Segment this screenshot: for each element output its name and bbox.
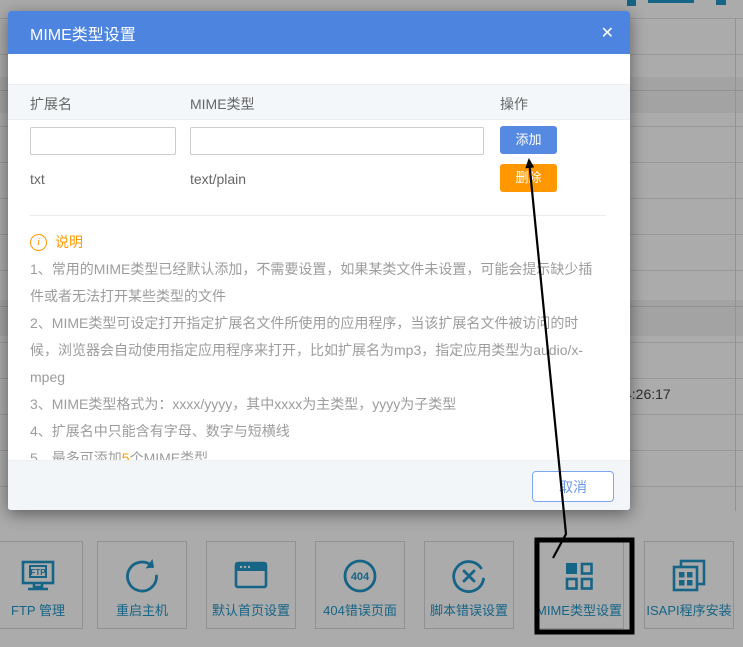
column-header-extension: 扩展名	[30, 94, 72, 114]
dialog-footer: 取消	[8, 460, 630, 510]
info-heading: 说明	[55, 232, 83, 252]
add-button[interactable]: 添加	[500, 126, 557, 154]
mime-type-input[interactable]	[190, 127, 484, 155]
close-icon[interactable]: ✕	[601, 11, 614, 54]
extension-input[interactable]	[30, 127, 176, 155]
cancel-button[interactable]: 取消	[532, 471, 614, 502]
dialog-header: MIME类型设置 ✕	[8, 11, 630, 54]
info-note: 2、MIME类型可设定打开指定扩展名文件所使用的应用程序，当该扩展名文件被访问的…	[30, 310, 598, 391]
row-extension-value: txt	[30, 171, 45, 187]
dialog-title: MIME类型设置	[30, 21, 136, 45]
info-note: 1、常用的MIME类型已经默认添加，不需要设置，如果某类文件未设置，可能会提示缺…	[30, 256, 598, 310]
column-header-mime-type: MIME类型	[190, 94, 255, 114]
table-header-row: 扩展名 MIME类型 操作	[8, 84, 630, 120]
info-icon: i	[30, 234, 47, 251]
mime-settings-dialog: MIME类型设置 ✕ 扩展名 MIME类型 操作 添加 txt text/pla…	[8, 11, 630, 510]
info-note: 3、MIME类型格式为：xxxx/yyyy，其中xxxx为主类型，yyyy为子类…	[30, 391, 598, 418]
info-section: i 说明 1、常用的MIME类型已经默认添加，不需要设置，如果某类文件未设置，可…	[30, 215, 606, 472]
row-mime-value: text/plain	[190, 171, 246, 187]
column-header-operation: 操作	[500, 94, 528, 114]
info-note: 4、扩展名中只能含有字母、数字与短横线	[30, 418, 598, 445]
screen: 4:26:17 FTP FTP 管理 重启主机	[0, 0, 743, 647]
delete-button[interactable]: 删除	[500, 164, 557, 192]
info-heading-row: i 说明	[30, 232, 606, 252]
